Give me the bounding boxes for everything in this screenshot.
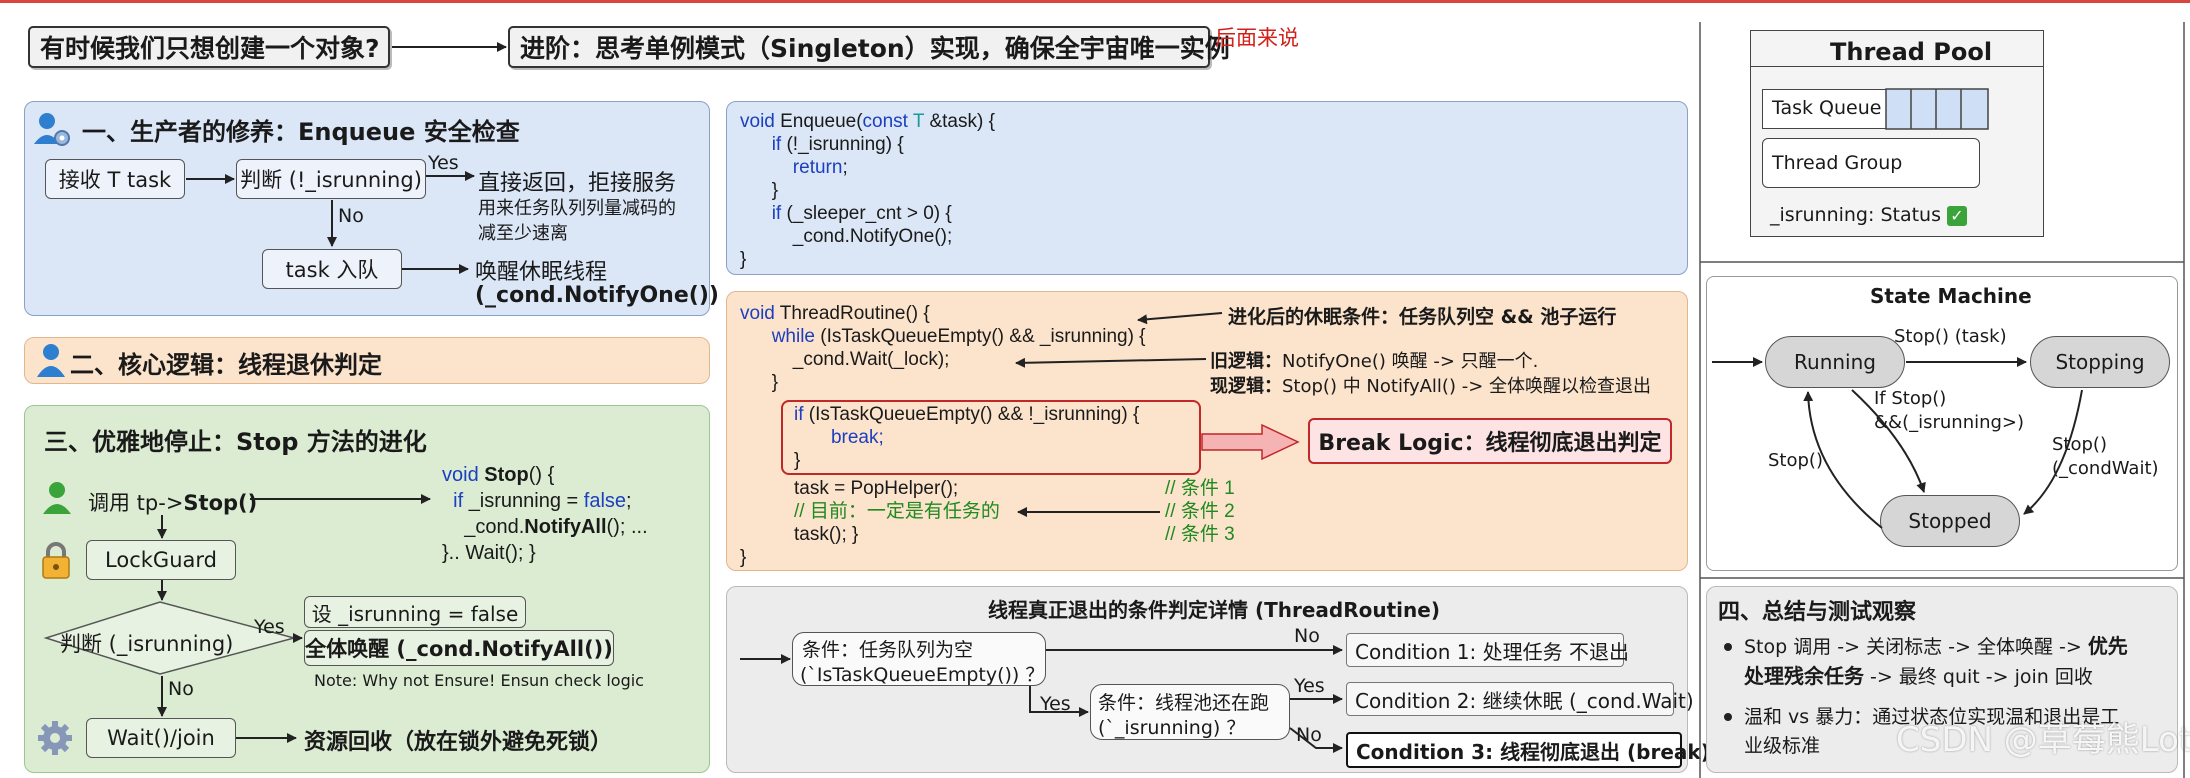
connectors-layer	[157, 22, 2185, 778]
